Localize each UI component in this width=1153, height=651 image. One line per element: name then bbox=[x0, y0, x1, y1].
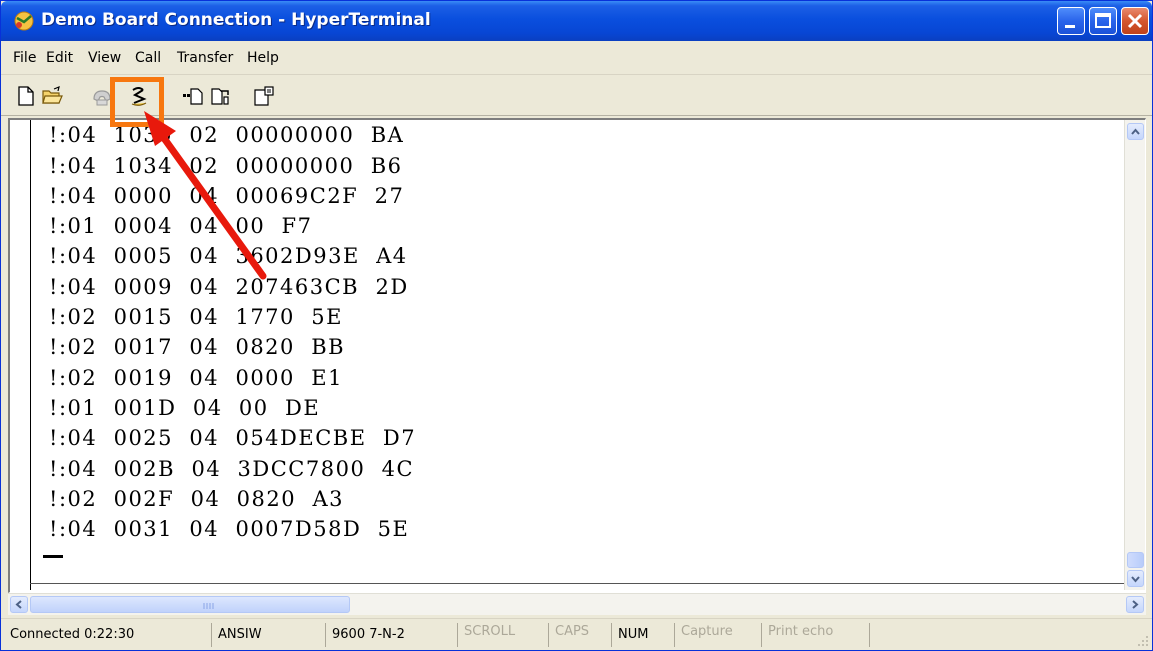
annotation-arrow bbox=[144, 111, 267, 280]
hyperterminal-window: Demo Board Connection - HyperTerminal Fi… bbox=[0, 0, 1153, 651]
